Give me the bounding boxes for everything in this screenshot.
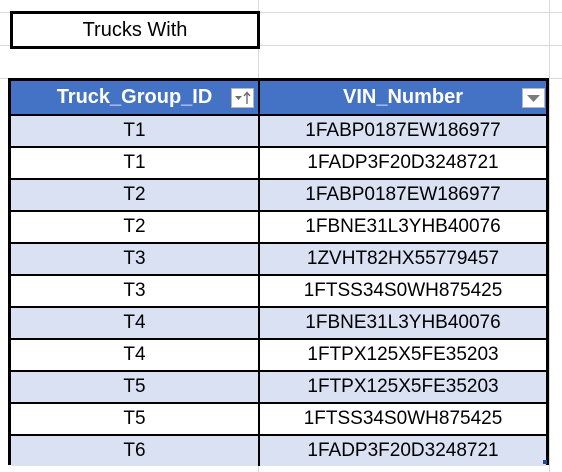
cell-vin-number[interactable]: 1FTPX125X5FE35203 [260,372,546,402]
cell-vin-number[interactable]: 1FBNE31L3YHB40076 [260,212,546,242]
gridline-v [549,0,550,472]
cell-truck-group-id[interactable]: T1 [11,148,260,178]
table-resize-handle[interactable] [543,460,547,464]
cell-truck-group-id[interactable]: T2 [11,180,260,210]
cell-truck-group-id[interactable]: T1 [11,116,260,146]
table-row: T3 1ZVHT82HX55779457 [11,242,546,274]
cell-truck-group-id[interactable]: T3 [11,276,260,306]
cell-truck-group-id[interactable]: T2 [11,212,260,242]
table-body: T1 1FABP0187EW186977 T1 1FADP3F20D324872… [11,114,546,466]
table-row: T5 1FTSS34S0WH875425 [11,402,546,434]
cell-truck-group-id[interactable]: T6 [11,436,260,466]
cell-vin-number[interactable]: 1FADP3F20D3248721 [260,148,546,178]
data-table: Truck_Group_ID VIN_Number T1 1FABP0187EW… [8,78,549,466]
header-label: Truck_Group_ID [56,86,213,108]
table-row: T2 1FBNE31L3YHB40076 [11,210,546,242]
cell-vin-number[interactable]: 1FTPX125X5FE35203 [260,340,546,370]
filter-sort-ascending-icon[interactable] [231,88,254,108]
table-row: T5 1FTPX125X5FE35203 [11,370,546,402]
title-cell[interactable]: Trucks With [10,11,260,49]
cell-truck-group-id[interactable]: T3 [11,244,260,274]
cell-vin-number[interactable]: 1FADP3F20D3248721 [260,436,546,466]
cell-vin-number[interactable]: 1FABP0187EW186977 [260,116,546,146]
table-header-row: Truck_Group_ID VIN_Number [11,81,546,114]
table-row: T4 1FBNE31L3YHB40076 [11,306,546,338]
table-row: T1 1FADP3F20D3248721 [11,146,546,178]
table-row: T1 1FABP0187EW186977 [11,114,546,146]
cell-vin-number[interactable]: 1ZVHT82HX55779457 [260,244,546,274]
cell-vin-number[interactable]: 1FTSS34S0WH875425 [260,404,546,434]
cell-vin-number[interactable]: 1FBNE31L3YHB40076 [260,308,546,338]
table-row: T2 1FABP0187EW186977 [11,178,546,210]
table-row: T4 1FTPX125X5FE35203 [11,338,546,370]
cell-truck-group-id[interactable]: T5 [11,372,260,402]
table-row: T3 1FTSS34S0WH875425 [11,274,546,306]
cell-truck-group-id[interactable]: T5 [11,404,260,434]
cell-vin-number[interactable]: 1FTSS34S0WH875425 [260,276,546,306]
header-label: VIN_Number [342,86,464,108]
cell-vin-number[interactable]: 1FABP0187EW186977 [260,180,546,210]
filter-dropdown-icon[interactable] [522,88,545,108]
title-cell-text: Trucks With [82,18,188,41]
cell-truck-group-id[interactable]: T4 [11,308,260,338]
header-vin-number[interactable]: VIN_Number [260,81,546,114]
table-row: T6 1FADP3F20D3248721 [11,434,546,466]
cell-truck-group-id[interactable]: T4 [11,340,260,370]
header-truck-group-id[interactable]: Truck_Group_ID [11,81,260,114]
